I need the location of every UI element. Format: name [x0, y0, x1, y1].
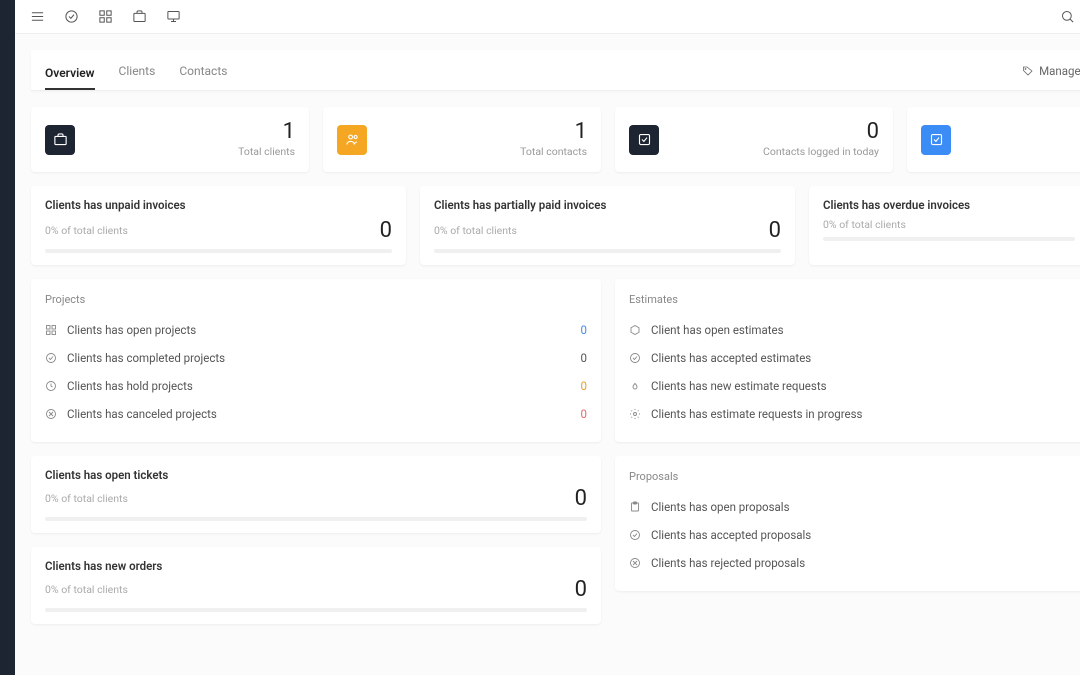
- tab-overview[interactable]: Overview: [45, 62, 95, 90]
- tickets-panel: Clients has open tickets 0% of total cli…: [31, 456, 601, 533]
- estimate-new[interactable]: Clients has new estimate requests: [629, 372, 1080, 400]
- estimate-progress[interactable]: Clients has estimate requests in progres…: [629, 400, 1080, 428]
- stat-label: Contacts logged in today: [763, 145, 879, 158]
- progress-bar: [45, 249, 392, 253]
- search-icon[interactable]: [1059, 9, 1075, 25]
- estimates-panel: Estimates Client has open estimates Clie…: [615, 279, 1080, 442]
- panel-title: Estimates: [629, 293, 1080, 306]
- panel-title: Clients has open tickets: [45, 468, 587, 482]
- check-square-icon: [921, 125, 951, 155]
- progress-bar: [434, 249, 781, 253]
- card-title: Clients has overdue invoices: [823, 198, 1075, 212]
- tab-contacts[interactable]: Contacts: [179, 60, 227, 82]
- stat-label: Total contacts: [520, 145, 587, 158]
- briefcase-icon: [45, 125, 75, 155]
- stat-label: Total clients: [238, 145, 295, 158]
- panel-title: Proposals: [629, 470, 1080, 483]
- progress-bar: [45, 517, 587, 521]
- estimate-accepted[interactable]: Clients has accepted estimates: [629, 344, 1080, 372]
- progress-bar: [823, 237, 1075, 241]
- menu-icon[interactable]: [29, 9, 45, 25]
- progress-bar: [45, 608, 587, 612]
- card-pct: 0% of total clients: [45, 224, 128, 237]
- monitor-icon[interactable]: [165, 9, 181, 25]
- invoice-partial: Clients has partially paid invoices 0% o…: [420, 186, 795, 265]
- project-canceled[interactable]: Clients has canceled projects0: [45, 400, 587, 428]
- proposal-open[interactable]: Clients has open proposals: [629, 493, 1080, 521]
- project-completed[interactable]: Clients has completed projects0: [45, 344, 587, 372]
- stat-value: 1: [520, 121, 587, 143]
- project-hold[interactable]: Clients has hold projects0: [45, 372, 587, 400]
- manage-labels-button[interactable]: Manage labels: [1022, 64, 1080, 78]
- stat-partial: Co: [907, 107, 1080, 172]
- tab-card: Overview Clients Contacts Manage labels …: [31, 50, 1080, 91]
- invoice-unpaid: Clients has unpaid invoices 0% of total …: [31, 186, 406, 265]
- check-square-icon: [629, 125, 659, 155]
- card-title: Clients has unpaid invoices: [45, 198, 392, 212]
- stat-value: 0: [763, 121, 879, 143]
- briefcase-icon[interactable]: [131, 9, 147, 25]
- project-open[interactable]: Clients has open projects0: [45, 316, 587, 344]
- stat-logged-in: 0 Contacts logged in today: [615, 107, 893, 172]
- card-value: 0: [769, 218, 781, 243]
- stat-total-clients: 1 Total clients: [31, 107, 309, 172]
- invoice-overdue: Clients has overdue invoices 0% of total…: [809, 186, 1080, 265]
- manage-labels-label: Manage labels: [1039, 64, 1080, 78]
- stat-total-contacts: 1 Total contacts: [323, 107, 601, 172]
- panel-title: Projects: [45, 293, 587, 306]
- proposal-accepted[interactable]: Clients has accepted proposals: [629, 521, 1080, 549]
- orders-panel: Clients has new orders 0% of total clien…: [31, 547, 601, 624]
- card-pct: 0% of total clients: [823, 218, 906, 231]
- users-icon: [337, 125, 367, 155]
- card-title: Clients has partially paid invoices: [434, 198, 781, 212]
- check-circle-icon[interactable]: [63, 9, 79, 25]
- proposal-rejected[interactable]: Clients has rejected proposals: [629, 549, 1080, 577]
- tab-clients[interactable]: Clients: [119, 60, 156, 82]
- card-value: 0: [380, 218, 392, 243]
- panel-title: Clients has new orders: [45, 559, 587, 573]
- projects-panel: Projects Clients has open projects0 Clie…: [31, 279, 601, 442]
- estimate-open[interactable]: Client has open estimates: [629, 316, 1080, 344]
- sidebar-collapsed: [0, 0, 15, 675]
- card-pct: 0% of total clients: [434, 224, 517, 237]
- grid-icon[interactable]: [97, 9, 113, 25]
- topbar: [15, 0, 1080, 34]
- proposals-panel: Proposals Clients has open proposals Cli…: [615, 456, 1080, 591]
- stat-value: 1: [238, 121, 295, 143]
